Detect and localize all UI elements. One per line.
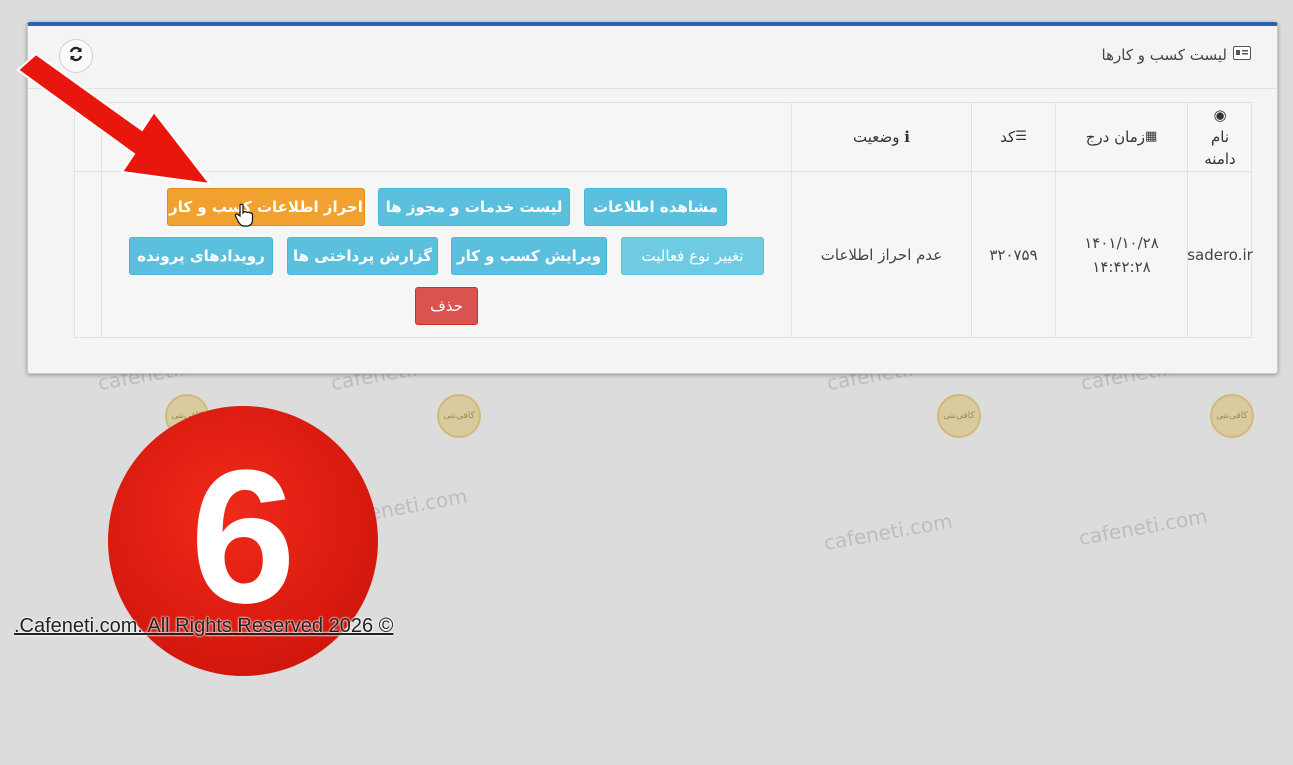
step-number: 6	[190, 431, 296, 643]
watermark-logo: کافی‌نتی	[1210, 394, 1254, 438]
globe-icon: ◉	[1213, 106, 1227, 124]
panel-title-text: لیست کسب و کارها	[1101, 46, 1227, 64]
code-value: ۳۲۰۷۵۹	[989, 246, 1038, 264]
watermark: cafeneti.com	[1076, 503, 1210, 551]
panel-title: لیست کسب و کارها	[1102, 46, 1251, 64]
delete-button[interactable]: حذف	[415, 287, 478, 325]
calendar-icon: ▦	[1144, 129, 1158, 144]
services-list-button[interactable]: لیست خدمات و مجوز ها	[378, 188, 570, 226]
cell-created: ۱۴۰۱/۱۰/۲۸ ۱۴:۴۲:۲۸	[1056, 172, 1187, 338]
list-icon: ☰	[1015, 129, 1027, 144]
created-time: ۱۴:۴۲:۲۸	[1092, 258, 1151, 276]
created-date: ۱۴۰۱/۱۰/۲۸	[1084, 234, 1159, 252]
info-icon: i	[904, 128, 910, 146]
payments-report-button[interactable]: گزارش پرداختی ها	[287, 237, 438, 275]
header-status[interactable]: i وضعیت	[792, 103, 971, 171]
header-domain-label: نام دامنه	[1204, 128, 1236, 168]
header-domain[interactable]: ◉ نام دامنه	[1188, 103, 1252, 171]
domain-value: sadero.ir	[1187, 246, 1253, 264]
change-activity-button[interactable]: تغییر نوع فعالیت	[621, 237, 764, 275]
hand-cursor-icon	[234, 203, 254, 231]
cell-domain: sadero.ir	[1187, 172, 1253, 338]
header-code-label: کد	[1000, 128, 1016, 146]
watermark-logo: کافی‌نتی	[937, 394, 981, 438]
edit-business-button[interactable]: ویرایش کسب و کار	[451, 237, 607, 275]
status-value: عدم احراز اطلاعات	[820, 246, 943, 264]
view-info-button[interactable]: مشاهده اطلاعات	[584, 188, 727, 226]
header-created[interactable]: ▦ زمان درج	[1056, 103, 1187, 171]
header-status-label: وضعیت	[853, 128, 900, 146]
watermark-logo: کافی‌نتی	[437, 394, 481, 438]
id-card-icon	[1233, 46, 1251, 64]
red-arrow-icon	[14, 52, 224, 206]
file-events-button[interactable]: رویدادهای پرونده	[129, 237, 273, 275]
cell-code: ۳۲۰۷۵۹	[972, 172, 1055, 338]
header-code[interactable]: ☰ کد	[972, 103, 1055, 171]
watermark: cafeneti.com	[821, 508, 955, 556]
copyright-text: .Cafeneti.com. All Rights Reserved 2026 …	[14, 615, 394, 637]
header-created-label: زمان درج	[1085, 128, 1145, 146]
cell-status: عدم احراز اطلاعات	[792, 172, 971, 338]
